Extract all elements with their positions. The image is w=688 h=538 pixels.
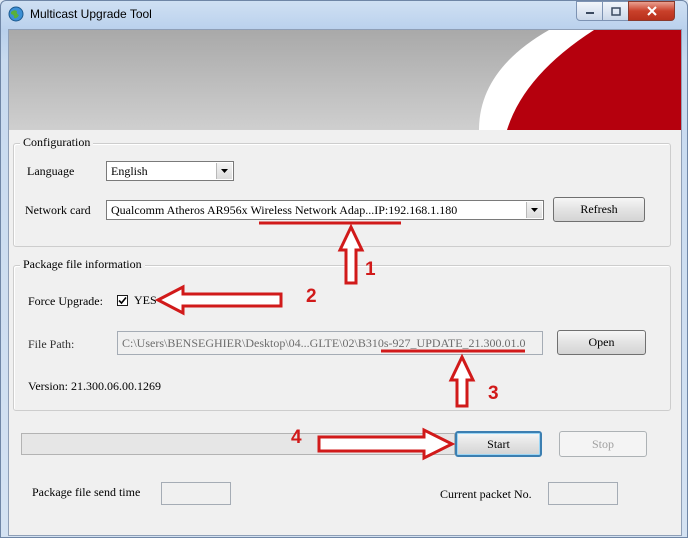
configuration-group: Configuration (13, 135, 671, 247)
annotation-3: 3 (488, 383, 499, 404)
window-title: Multicast Upgrade Tool (30, 7, 152, 21)
open-button[interactable]: Open (557, 330, 646, 355)
force-upgrade-value: YES (134, 293, 157, 307)
close-button[interactable] (628, 1, 675, 21)
force-upgrade-label: Force Upgrade: (28, 294, 103, 308)
annotation-2: 2 (306, 286, 317, 307)
maximize-icon (610, 6, 621, 16)
current-packet-label: Current packet No. (440, 487, 532, 501)
file-path-label: File Path: (28, 337, 75, 351)
minimize-button[interactable] (576, 1, 603, 21)
language-select[interactable]: English (106, 161, 234, 181)
checkmark-icon (118, 296, 127, 305)
file-path-value: C:\Users\BENSEGHIER\Desktop\04...GLTE\02… (122, 336, 526, 350)
package-file-group-title: Package file information (20, 257, 145, 272)
progress-bar (21, 433, 455, 455)
chevron-down-icon[interactable] (526, 202, 542, 218)
language-label: Language (27, 164, 75, 178)
version-text: Version: 21.300.06.00.1269 (28, 379, 161, 393)
annotation-4: 4 (291, 427, 302, 448)
current-packet-field (548, 482, 618, 505)
language-value: English (111, 164, 148, 178)
minimize-icon (585, 12, 594, 14)
client-area: Configuration Language English Network c… (8, 29, 682, 536)
close-icon (646, 6, 657, 16)
annotation-1: 1 (365, 259, 376, 280)
network-card-label: Network card (25, 203, 91, 217)
globe-icon (8, 6, 24, 22)
network-card-value: Qualcomm Atheros AR956x Wireless Network… (111, 203, 458, 217)
refresh-button[interactable]: Refresh (553, 197, 645, 222)
header-banner (9, 30, 681, 130)
force-upgrade-checkbox[interactable] (117, 295, 128, 306)
title-bar[interactable]: Multicast Upgrade Tool (0, 0, 688, 28)
stop-button[interactable]: Stop (559, 431, 647, 457)
file-path-field[interactable]: C:\Users\BENSEGHIER\Desktop\04...GLTE\02… (117, 331, 543, 355)
send-time-field (161, 482, 231, 505)
start-button[interactable]: Start (455, 431, 542, 457)
chevron-down-icon[interactable] (216, 163, 232, 179)
send-time-label: Package file send time (32, 485, 141, 499)
maximize-button[interactable] (602, 1, 629, 21)
network-card-select[interactable]: Qualcomm Atheros AR956x Wireless Network… (106, 200, 544, 220)
configuration-group-title: Configuration (20, 135, 94, 150)
